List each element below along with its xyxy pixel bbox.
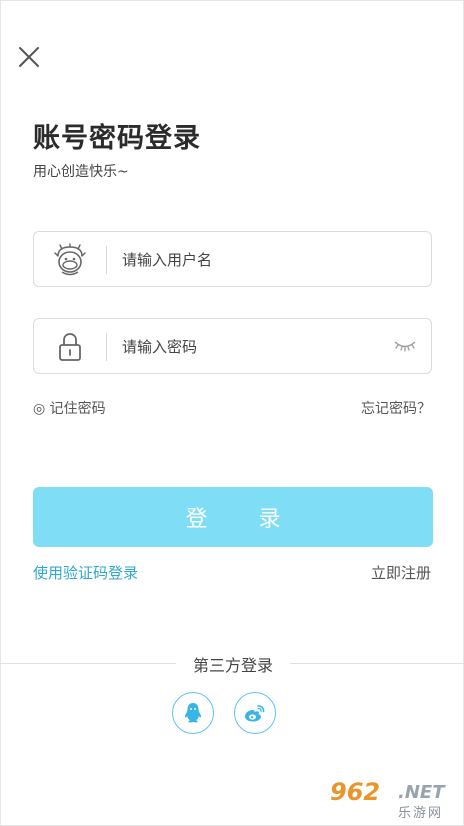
- forgot-password-link[interactable]: 忘记密码？: [361, 398, 431, 418]
- password-input[interactable]: [120, 319, 384, 375]
- watermark-logo: 962 .NET 乐游网: [326, 778, 456, 822]
- remember-password-toggle[interactable]: ◎ 记住密码: [33, 398, 106, 418]
- watermark-sub: 乐游网: [398, 806, 444, 821]
- close-icon[interactable]: [17, 45, 41, 69]
- weibo-icon: [245, 705, 265, 722]
- password-field[interactable]: [33, 318, 432, 375]
- sms-login-link[interactable]: 使用验证码登录: [33, 562, 138, 583]
- login-button[interactable]: 登 录: [33, 487, 433, 547]
- username-field[interactable]: [33, 231, 432, 288]
- avatar-icon: [54, 243, 86, 276]
- username-input[interactable]: [120, 232, 384, 288]
- watermark-net: .NET: [398, 782, 445, 803]
- page-subtitle: 用心创造快乐~: [33, 164, 129, 180]
- register-link[interactable]: 立即注册: [371, 562, 431, 583]
- weibo-login-button[interactable]: [234, 692, 276, 734]
- qq-icon: [184, 703, 202, 723]
- field-separator: [106, 246, 107, 274]
- watermark-main: 962: [330, 778, 381, 806]
- divider-left: [0, 663, 176, 664]
- lock-icon: [59, 333, 81, 361]
- eye-closed-icon[interactable]: [393, 339, 417, 353]
- qq-login-button[interactable]: [172, 692, 214, 734]
- page-title: 账号密码登录: [33, 123, 201, 154]
- divider-right: [290, 663, 464, 664]
- field-separator: [106, 333, 107, 361]
- third-party-title: 第三方登录: [192, 656, 273, 675]
